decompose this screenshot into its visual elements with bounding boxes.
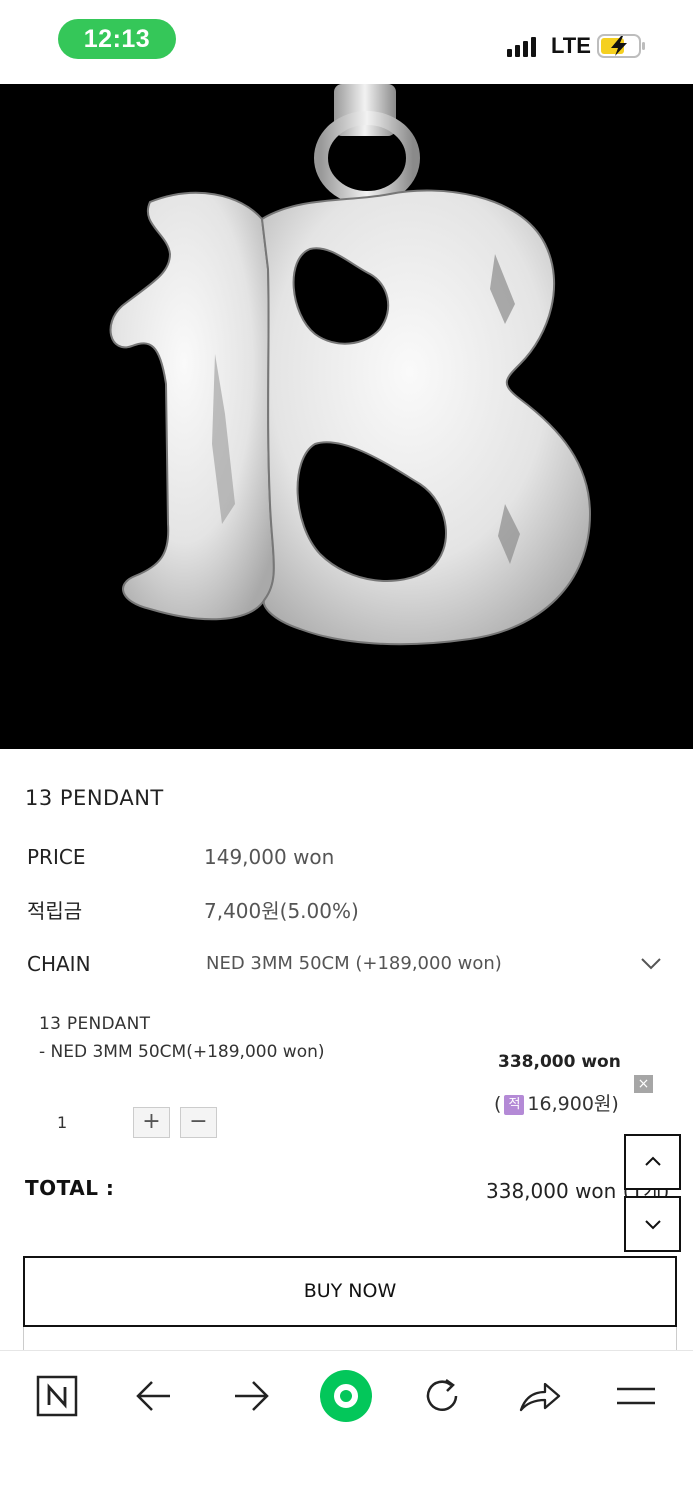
chain-select[interactable]: NED 3MM 50CM (+189,000 won) xyxy=(206,953,502,974)
quantity-minus-button[interactable]: − xyxy=(180,1107,217,1138)
back-arrow-icon[interactable] xyxy=(128,1370,180,1422)
option-description: - NED 3MM 50CM(+189,000 won) xyxy=(39,1042,325,1062)
status-time: 12:13 xyxy=(58,19,176,59)
option-product-name: 13 PENDANT xyxy=(39,1014,151,1034)
option-price: 338,000 won xyxy=(498,1052,621,1072)
battery-charging-icon xyxy=(597,34,647,58)
signal-icon xyxy=(507,37,537,57)
option-points-open: ( xyxy=(494,1093,502,1115)
scroll-top-button[interactable] xyxy=(624,1134,681,1190)
option-points-amount: 16,900원) xyxy=(527,1093,619,1115)
quantity-value[interactable]: 1 xyxy=(57,1113,67,1132)
chevron-up-icon xyxy=(645,1156,661,1166)
chevron-down-icon[interactable] xyxy=(640,952,662,974)
option-points: (적 16,900원) xyxy=(494,1089,619,1116)
points-label: 적립금 xyxy=(27,899,83,923)
naver-icon[interactable] xyxy=(31,1370,83,1422)
refresh-icon[interactable] xyxy=(416,1370,468,1422)
buy-now-button[interactable]: BUY NOW xyxy=(23,1256,677,1327)
total-label: TOTAL : xyxy=(25,1176,115,1200)
menu-icon[interactable] xyxy=(610,1370,662,1422)
chain-label: CHAIN xyxy=(27,952,91,976)
product-title: 13 PENDANT xyxy=(25,786,164,810)
product-image xyxy=(0,84,693,749)
points-value: 7,400원(5.00%) xyxy=(204,899,359,923)
pendant-illustration xyxy=(109,84,592,646)
network-type: LTE xyxy=(551,33,591,58)
status-bar: 12:13 LTE xyxy=(0,0,693,84)
forward-arrow-icon[interactable] xyxy=(225,1370,277,1422)
price-label: PRICE xyxy=(27,845,86,869)
scroll-bottom-button[interactable] xyxy=(624,1196,681,1252)
home-circle-icon[interactable] xyxy=(320,1370,372,1422)
quantity-plus-button[interactable]: + xyxy=(133,1107,170,1138)
remove-option-button[interactable]: × xyxy=(634,1075,653,1093)
points-badge-icon: 적 xyxy=(504,1095,525,1115)
browser-toolbar xyxy=(0,1350,693,1500)
price-value: 149,000 won xyxy=(204,845,335,869)
chevron-down-icon xyxy=(645,1220,661,1230)
share-icon[interactable] xyxy=(513,1370,565,1422)
